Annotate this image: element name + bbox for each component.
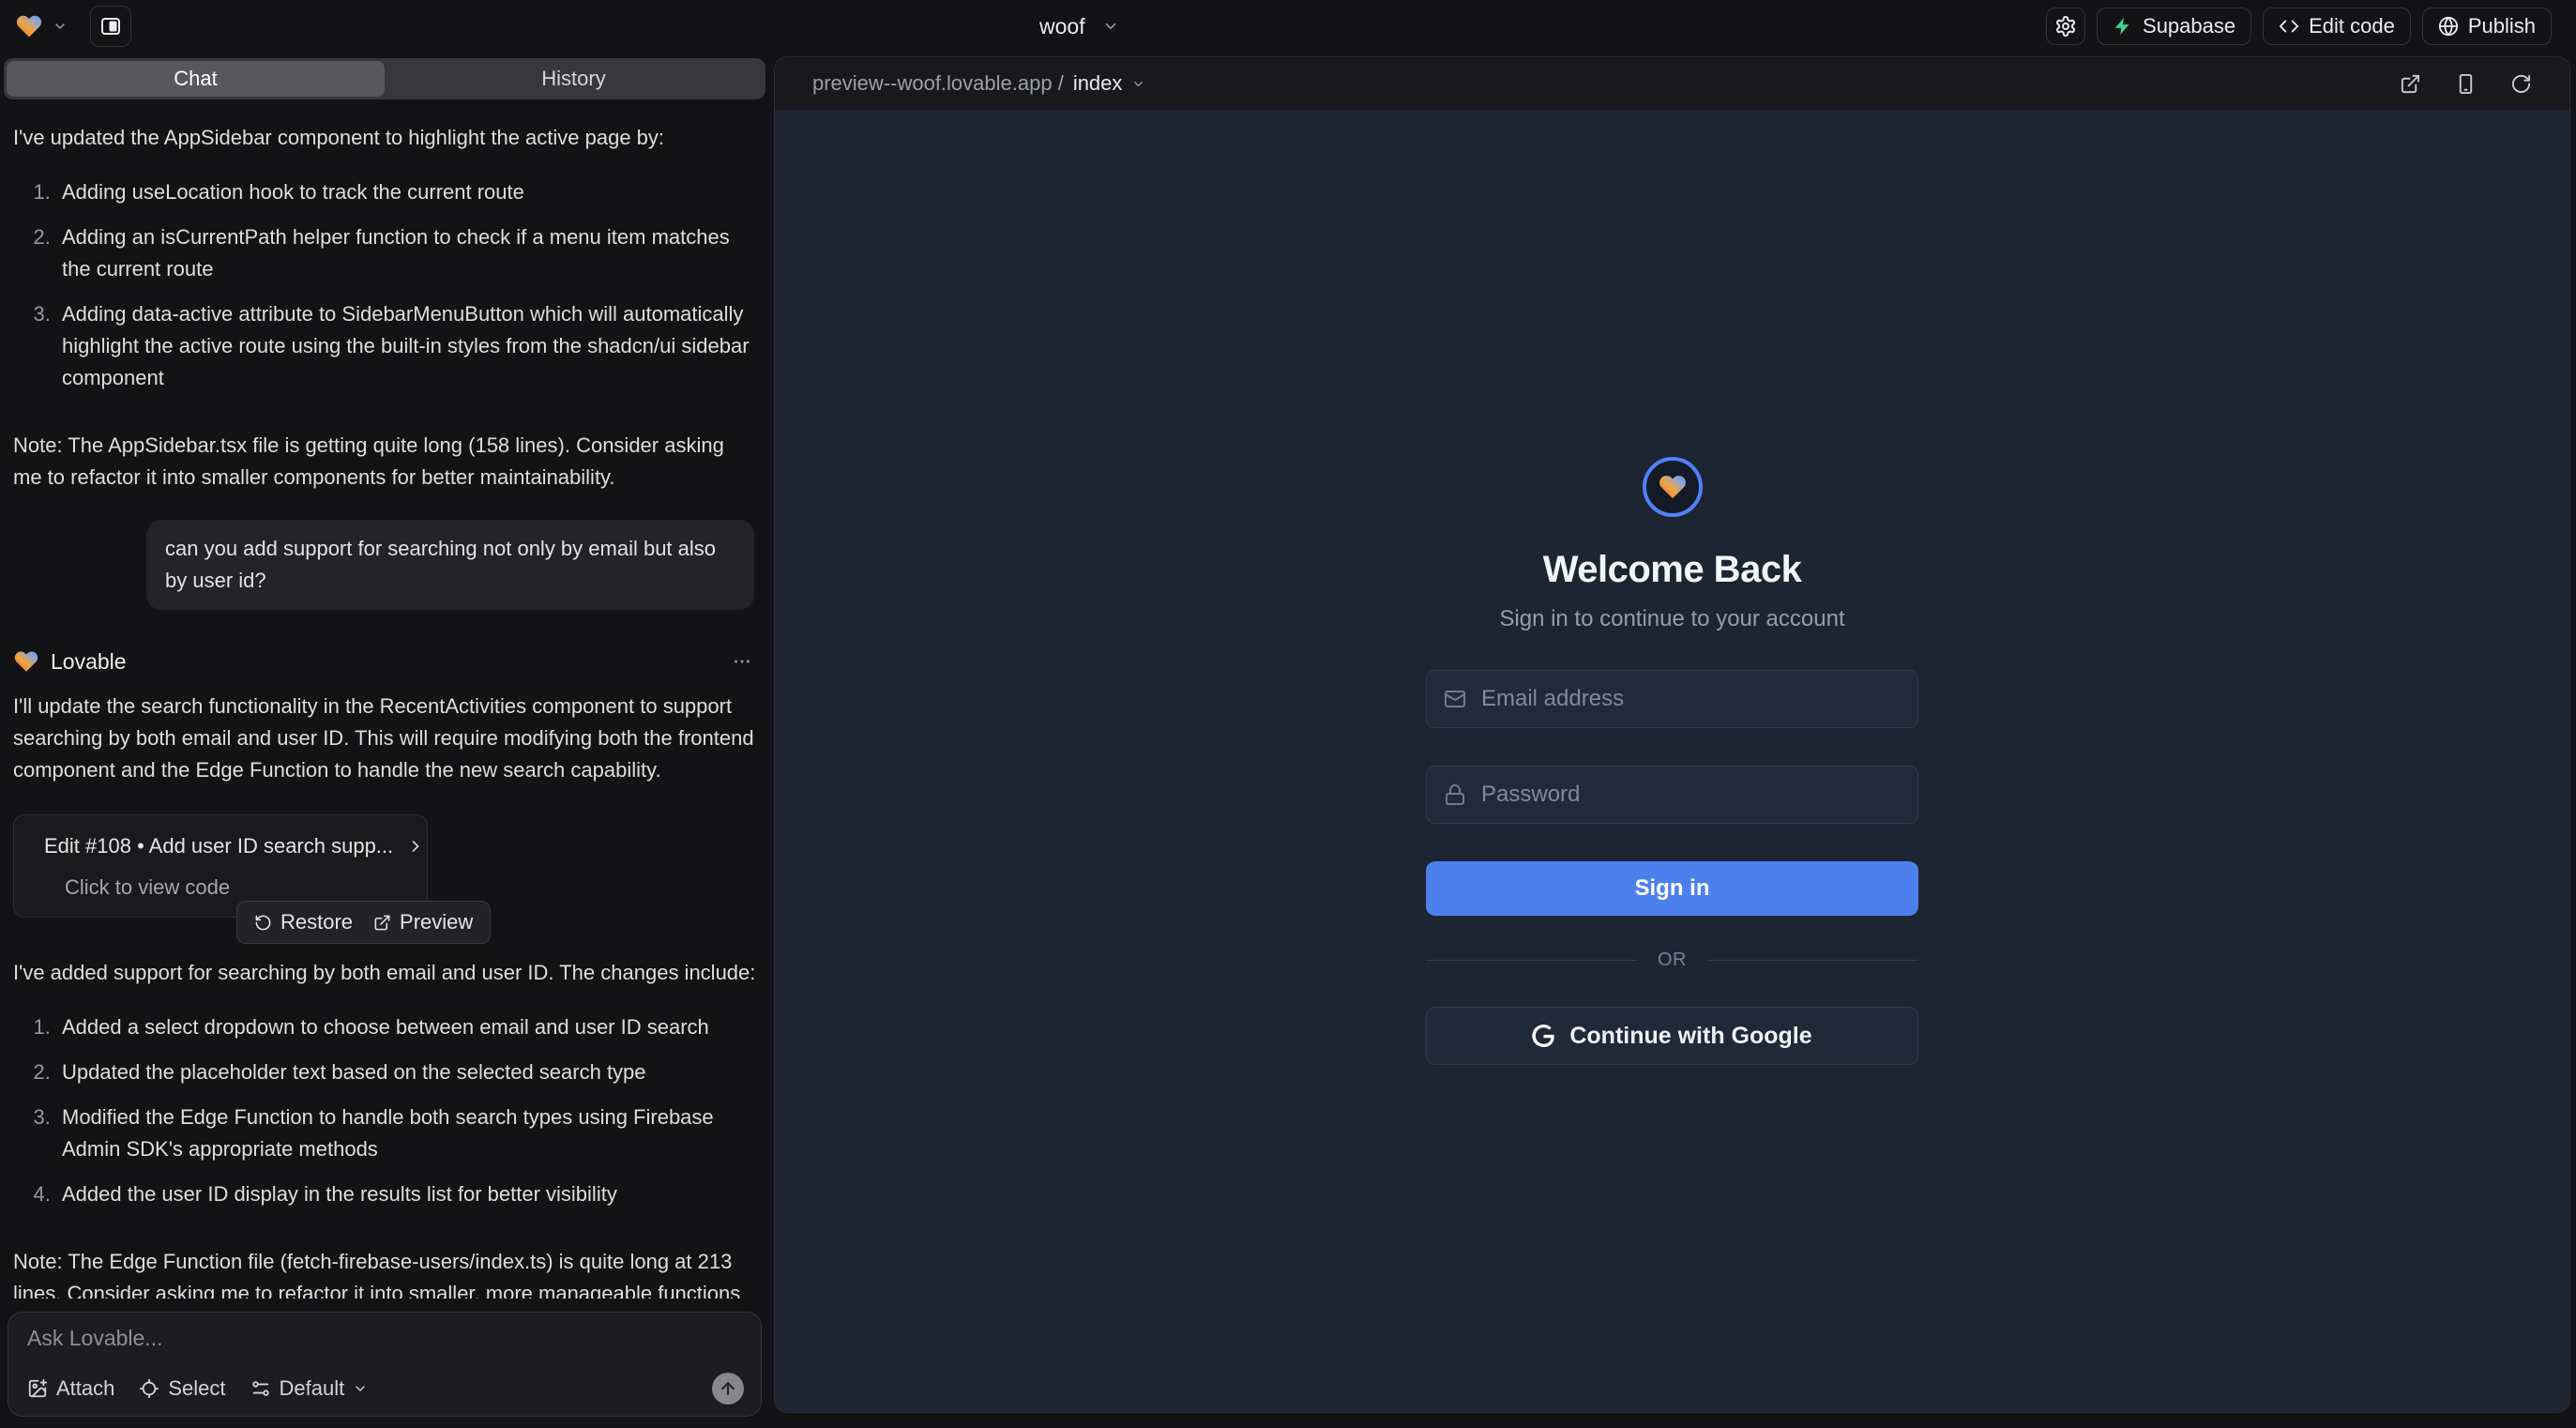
user-message-bubble: can you add support for searching not on… [146,520,754,610]
open-in-new-tab-button[interactable] [2400,73,2421,95]
mobile-view-button[interactable] [2455,73,2477,95]
chat-messages: I've updated the AppSidebar component to… [0,99,769,1299]
google-label: Continue with Google [1569,1023,1811,1050]
auth-subtitle: Sign in to continue to your account [1499,606,1844,632]
topbar: woof Supabase Edit code [0,0,2576,53]
assistant-author: Lovable [51,646,127,677]
google-icon [1532,1025,1554,1047]
publish-label: Publish [2468,14,2536,38]
list-item: Adding useLocation hook to track the cur… [56,176,756,208]
list-item: Adding an isCurrentPath helper function … [56,221,756,285]
chat-history-tabs: Chat History [4,58,765,99]
preview-url-selector[interactable]: preview--woof.lovable.app / index [812,71,1145,96]
preview-url-page: index [1073,71,1123,96]
composer: Attach Select Default [8,1312,762,1417]
preview-url-domain: preview--woof.lovable.app / [812,71,1064,96]
email-field[interactable] [1427,671,1917,727]
assistant-message-list: Adding useLocation hook to track the cur… [13,176,756,407]
or-divider: OR [1426,949,1918,971]
assistant-message-note: Note: The AppSidebar.tsx file is getting… [13,430,756,494]
tab-history[interactable]: History [385,61,763,97]
chat-input[interactable] [27,1326,744,1351]
external-link-icon [2400,73,2421,95]
assistant-message-intro: I'll update the search functionality in … [13,691,756,786]
preview-header: preview--woof.lovable.app / index [775,57,2569,110]
auth-card: Welcome Back Sign in to continue to your… [1426,457,1918,1065]
sign-in-button[interactable]: Sign in [1426,861,1918,916]
image-plus-icon [27,1378,48,1399]
heart-icon [15,12,43,40]
project-switcher[interactable]: woof [1039,0,1119,53]
smartphone-icon [2455,73,2477,95]
assistant-message-intro: I've updated the AppSidebar component to… [13,122,756,154]
list-item: Adding data-active attribute to SidebarM… [56,298,756,394]
preview-viewport: Welcome Back Sign in to continue to your… [775,110,2569,1412]
edit-code-label: Edit code [2309,14,2395,38]
restore-button[interactable]: Restore [247,908,360,936]
code-icon [2279,16,2299,37]
mode-label: Default [280,1376,345,1401]
edit-card-title: Edit #108 • Add user ID search supp... [44,830,393,862]
send-button[interactable] [712,1373,744,1405]
ellipsis-icon [732,651,752,672]
logo-chevron-down-icon[interactable] [53,19,68,34]
list-item: Modified the Edge Function to handle bot… [56,1101,756,1165]
select-label: Select [168,1376,225,1401]
attach-label: Attach [56,1376,114,1401]
gear-icon [2054,15,2077,38]
mode-selector-button[interactable]: Default [250,1376,369,1401]
or-label: OR [1658,949,1687,971]
assistant-message-followup: I've added support for searching by both… [13,957,756,989]
attach-button[interactable]: Attach [27,1376,114,1401]
chevron-down-icon [1131,77,1145,91]
chevron-down-icon [353,1381,368,1396]
external-link-icon [373,914,391,932]
restore-label: Restore [280,910,353,934]
refresh-button[interactable] [2510,73,2532,95]
heart-icon [1658,472,1688,502]
message-menu-button[interactable] [728,647,756,676]
supabase-label: Supabase [2143,14,2235,38]
panel-icon [99,15,122,38]
assistant-message-note: Note: The Edge Function file (fetch-fire… [13,1246,756,1299]
project-chevron-down-icon [1102,18,1119,35]
globe-icon [2438,16,2459,37]
list-item: Updated the placeholder text based on th… [56,1056,756,1088]
edit-code-button[interactable]: Edit code [2263,8,2411,45]
project-name: woof [1039,14,1085,39]
password-field[interactable] [1427,767,1917,823]
supabase-bolt-icon [2113,16,2133,37]
version-action-bar: Restore Preview [236,901,491,944]
tab-chat[interactable]: Chat [7,61,385,97]
mail-icon [1444,688,1466,710]
sliders-icon [250,1378,271,1399]
lock-icon [1444,783,1466,806]
select-button[interactable]: Select [139,1376,225,1401]
password-field-wrapper [1426,766,1918,824]
assistant-message-list: Added a select dropdown to choose betwee… [13,1011,756,1223]
publish-button[interactable]: Publish [2422,8,2552,45]
email-field-wrapper [1426,670,1918,728]
google-sign-in-button[interactable]: Continue with Google [1426,1007,1918,1065]
preview-panel: preview--woof.lovable.app / index [774,56,2570,1413]
sidebar-toggle-button[interactable] [90,6,131,47]
locate-icon [139,1378,159,1399]
assistant-message-header: Lovable [13,646,756,677]
edit-card-subtitle: Click to view code [65,872,410,904]
supabase-button[interactable]: Supabase [2097,8,2251,45]
lovable-heart-logo[interactable] [15,12,43,40]
restore-icon [254,914,272,932]
list-item: Added the user ID display in the results… [56,1178,756,1210]
chat-panel: Chat History I've updated the AppSidebar… [0,53,769,1428]
settings-button[interactable] [2046,8,2085,45]
auth-title: Welcome Back [1543,549,1802,591]
preview-button[interactable]: Preview [366,908,480,936]
heart-icon [13,648,39,675]
preview-label: Preview [400,910,473,934]
chevron-right-icon [406,837,425,856]
refresh-icon [2510,73,2532,95]
arrow-up-icon [719,1379,737,1398]
list-item: Added a select dropdown to choose betwee… [56,1011,756,1043]
app-logo-badge [1643,457,1703,517]
